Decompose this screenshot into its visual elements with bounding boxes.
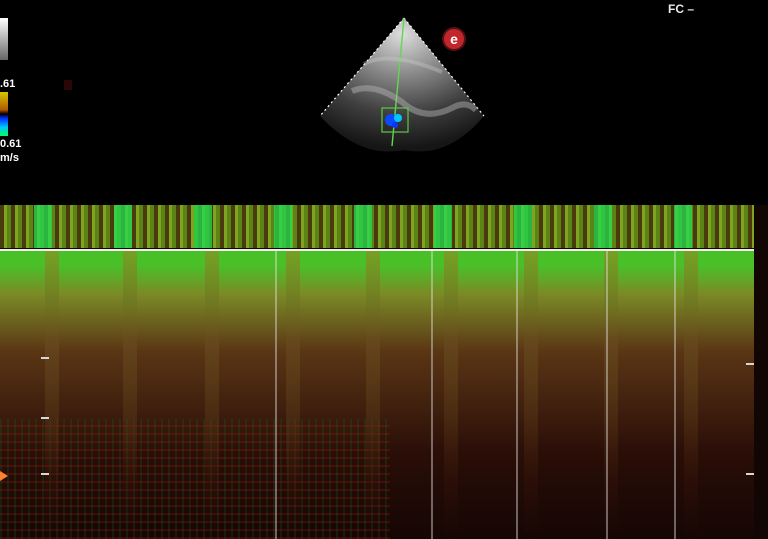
time-line [674, 251, 676, 539]
doppler-plume [366, 251, 380, 539]
doppler-plume [205, 251, 219, 539]
fc-status: FC – [667, 2, 694, 16]
upper-band [0, 205, 754, 248]
left-axis-tick [41, 473, 49, 475]
velocity-scale-bottom-value: 0.61 [0, 138, 22, 150]
orange-indicator-icon [0, 471, 8, 481]
doppler-plume [524, 251, 538, 539]
time-line [606, 251, 608, 539]
echo-sector [316, 12, 492, 154]
velocity-scale-unit: m/s [0, 152, 19, 164]
echo-sector-icon [319, 17, 485, 152]
doppler-plume [684, 251, 698, 539]
right-axis-tick [746, 363, 754, 365]
right-axis-tick [746, 473, 754, 475]
doppler-plume [123, 251, 137, 539]
small-marker [64, 80, 72, 90]
velocity-scale-top-value: .61 [0, 78, 16, 90]
doppler-plume [45, 251, 59, 539]
left-axis-tick [41, 417, 49, 419]
doppler-plume [444, 251, 458, 539]
velocity-color-bar [0, 92, 8, 136]
time-line [431, 251, 433, 539]
time-line [275, 251, 277, 539]
logo-icon: e [450, 31, 458, 47]
doppler-plume [286, 251, 300, 539]
time-line [516, 251, 518, 539]
brand-logo: e [444, 29, 464, 49]
left-axis-tick [41, 357, 49, 359]
doppler-strip [0, 205, 768, 539]
grayscale-bar [0, 18, 8, 60]
